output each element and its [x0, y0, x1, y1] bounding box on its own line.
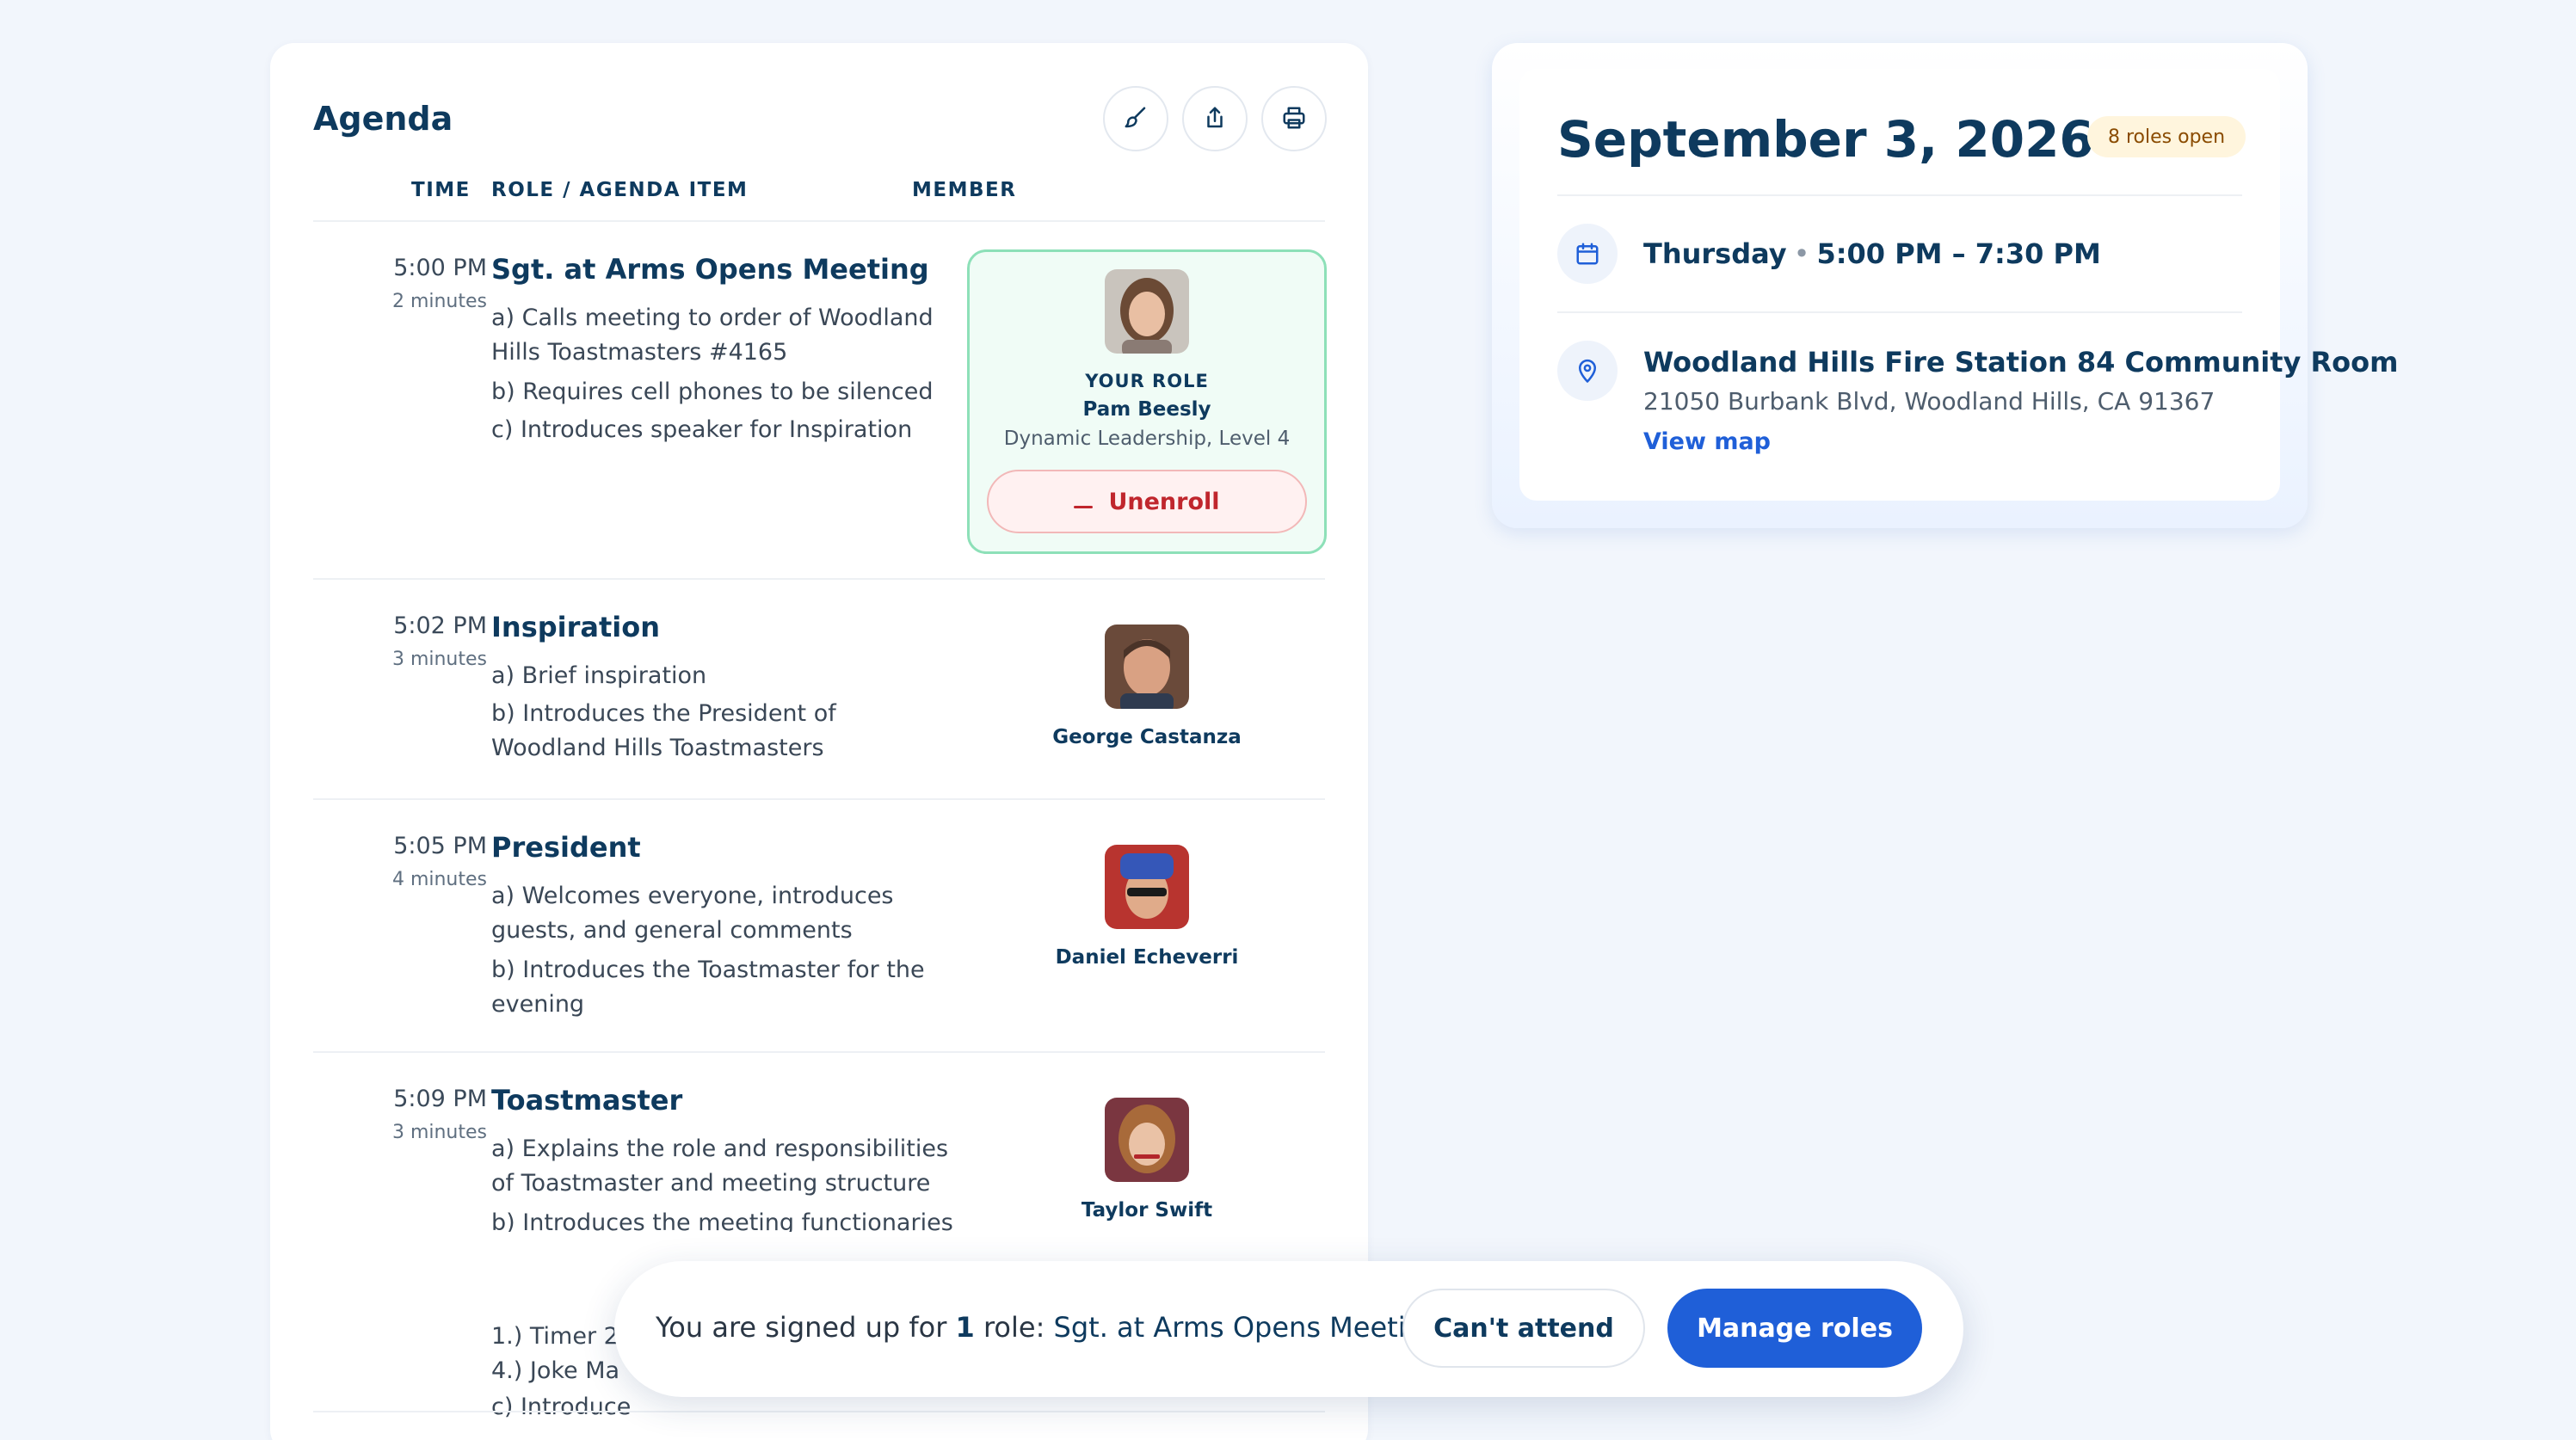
row-title: Toastmaster — [491, 1084, 683, 1117]
divider — [1557, 311, 2242, 313]
row-duration: 2 minutes — [391, 291, 487, 312]
your-role-label: YOUR ROLE — [1085, 371, 1209, 391]
agenda-item: b) Introduces the Toastmaster for the ev… — [491, 957, 925, 1018]
agenda-item: a) Explains the role and responsibilitie… — [491, 1135, 949, 1197]
row-divider — [313, 1051, 1325, 1053]
roles-open-badge: 8 roles open — [2087, 116, 2246, 157]
minus-icon — [1074, 489, 1094, 515]
row-divider — [313, 798, 1325, 800]
member-name[interactable]: Daniel Echeverri — [992, 946, 1302, 969]
meeting-day-time: Thursday • 5:00 PM – 7:30 PM — [1643, 237, 2101, 270]
role-count: 1 — [955, 1311, 975, 1344]
member-name[interactable]: George Castanza — [992, 726, 1302, 748]
avatar[interactable] — [1105, 1098, 1189, 1182]
signup-banner: You are signed up for 1 role: Sgt. at Ar… — [614, 1261, 1963, 1397]
row-time: 5:09 PM — [393, 1086, 487, 1112]
print-button[interactable] — [1261, 86, 1327, 151]
row-time: 5:00 PM — [393, 255, 487, 281]
print-icon — [1281, 105, 1307, 133]
banner-middle: role: — [983, 1311, 1045, 1344]
meeting-day: Thursday — [1643, 237, 1787, 270]
row-duration: 3 minutes — [391, 649, 487, 670]
row-divider — [313, 578, 1325, 580]
agenda-card: Agenda TIME ROLE / AGENDA ITEM MEMBER 5:… — [270, 43, 1368, 1440]
agenda-title: Agenda — [313, 100, 453, 138]
location-pin-icon — [1557, 341, 1618, 401]
signed-role-link[interactable]: Sgt. at Arms Opens Meeting. — [1054, 1311, 1450, 1344]
agenda-item: b) Introduces the President of Woodland … — [491, 700, 836, 761]
row-title: President — [491, 831, 641, 864]
row-duration: 4 minutes — [391, 869, 487, 890]
column-header-role: ROLE / AGENDA ITEM — [491, 179, 749, 201]
header-divider — [313, 220, 1325, 222]
row-time: 5:05 PM — [393, 833, 487, 859]
member-name: Pam Beesly — [1082, 398, 1211, 421]
avatar — [1105, 269, 1189, 354]
venue-address: 21050 Burbank Blvd, Woodland Hills, CA 9… — [1643, 387, 2215, 415]
meeting-card-inner: September 3, 2026 8 roles open Thursday •… — [1519, 69, 2398, 501]
agenda-item: a) Welcomes everyone, introduces guests,… — [491, 883, 894, 944]
meeting-card: September 3, 2026 8 roles open Thursday •… — [1492, 43, 2398, 528]
agenda-item: a) Brief inspiration — [491, 662, 707, 689]
pathway-level: Dynamic Leadership, Level 4 — [1003, 428, 1291, 450]
brush-icon — [1123, 105, 1149, 133]
manage-roles-button[interactable]: Manage roles — [1667, 1289, 1922, 1368]
row-title: Inspiration — [491, 611, 661, 643]
unenroll-button[interactable]: Unenroll — [987, 470, 1307, 533]
agenda-item: a) Calls meeting to order of Woodland Hi… — [491, 305, 934, 366]
column-header-time: TIME — [411, 179, 471, 201]
banner-prefix: You are signed up for — [656, 1311, 947, 1344]
avatar[interactable] — [1105, 845, 1189, 929]
row-time: 5:02 PM — [393, 612, 487, 639]
your-role-card: YOUR ROLE Pam Beesly Dynamic Leadership,… — [967, 249, 1327, 554]
meeting-date: September 3, 2026 — [1557, 110, 2094, 169]
unenroll-label: Unenroll — [1108, 488, 1220, 515]
column-header-member: MEMBER — [912, 179, 1017, 201]
share-button[interactable] — [1182, 86, 1248, 151]
venue-name: Woodland Hills Fire Station 84 Community… — [1643, 346, 2399, 378]
divider — [1557, 194, 2242, 196]
agenda-item: b) Requires cell phones to be silenced — [491, 378, 934, 405]
share-icon — [1202, 105, 1228, 133]
view-map-link[interactable]: View map — [1643, 428, 1771, 455]
calendar-icon — [1557, 224, 1618, 284]
agenda-item: b) Introduces the meeting functionaries … — [491, 1209, 953, 1232]
meeting-time-range: 5:00 PM – 7:30 PM — [1816, 237, 2101, 270]
avatar[interactable] — [1105, 625, 1189, 709]
edit-button[interactable] — [1103, 86, 1168, 151]
agenda-item: c) Introduces speaker for Inspiration — [491, 416, 913, 443]
row-duration: 3 minutes — [391, 1122, 487, 1143]
cant-attend-button[interactable]: Can't attend — [1402, 1289, 1645, 1368]
member-name[interactable]: Taylor Swift — [992, 1199, 1302, 1222]
separator-dot: • — [1793, 237, 1810, 270]
row-title: Sgt. at Arms Opens Meeting — [491, 253, 929, 286]
signup-status-text: You are signed up for 1 role: Sgt. at Ar… — [656, 1311, 1449, 1344]
row-divider — [313, 1411, 1325, 1412]
